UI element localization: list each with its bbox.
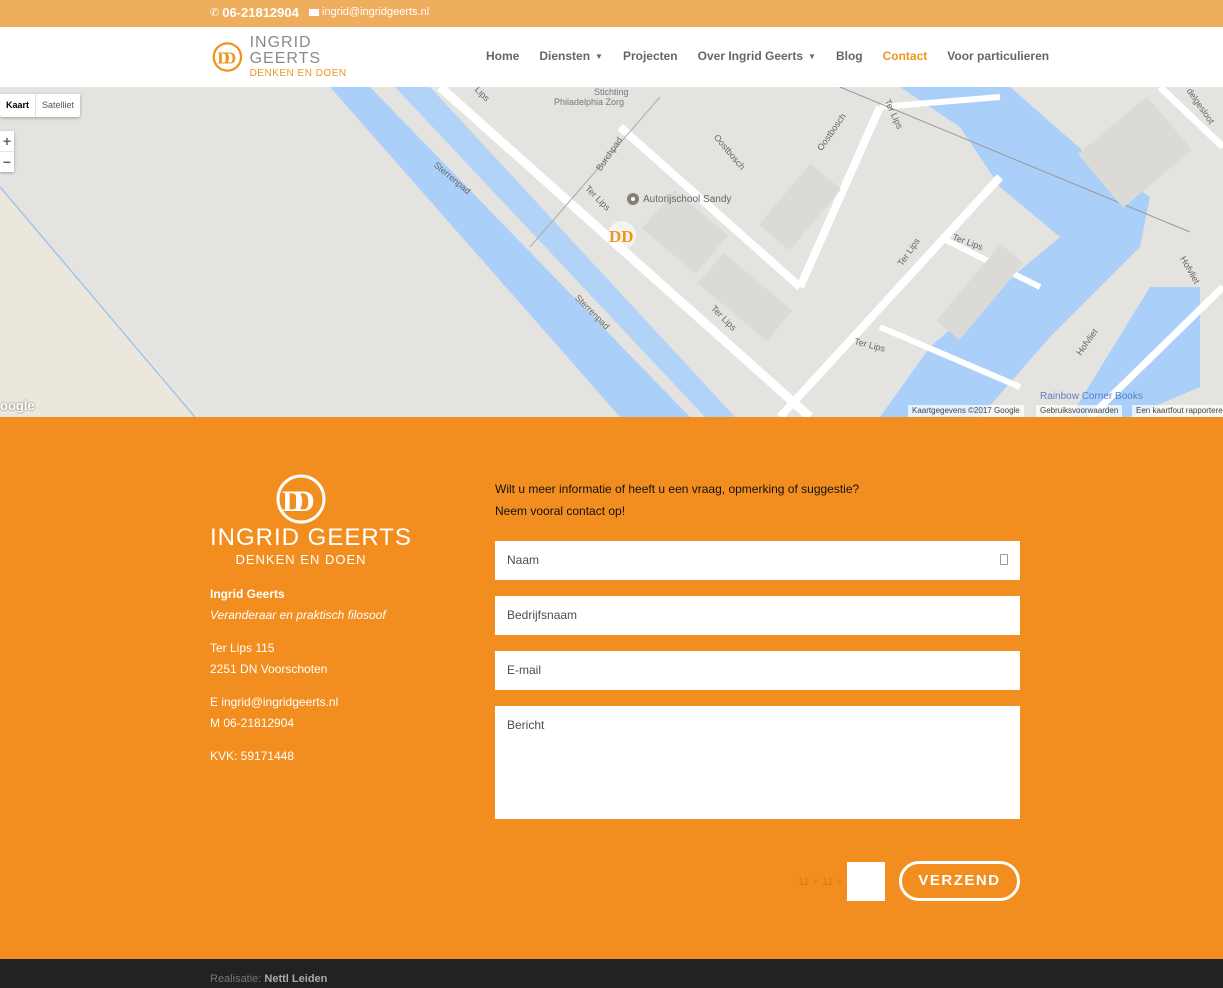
envelope-icon [309, 8, 319, 16]
name-field-placeholder: Naam [507, 553, 540, 567]
topbar-email[interactable]: ingrid@ingridgeerts.nl [309, 6, 429, 18]
map-marker-icon: DD [608, 221, 636, 249]
map-type-satelliet-button[interactable]: Satelliet [36, 94, 80, 117]
topbar-phone[interactable]: ✆ 06-21812904 [210, 5, 299, 20]
email-field-placeholder: E-mail [507, 663, 542, 677]
contact-mobile[interactable]: M 06-21812904 [210, 716, 294, 730]
map-label-philadelphia: Philadelphia Zorg [554, 97, 625, 107]
form-intro: Wilt u meer informatie of heeft u een vr… [495, 478, 859, 522]
nav-contact[interactable]: Contact [883, 49, 928, 63]
logo-mark-icon: D D [276, 474, 326, 524]
map-terms-link[interactable]: Gebruiksvoorwaarden [1036, 405, 1123, 417]
map-label-rainbow[interactable]: Rainbow Corner Books [1040, 391, 1143, 402]
contact-address-city: 2251 DN Voorschoten [210, 662, 328, 676]
footer-credit: Realisatie: Nettl Leiden [210, 973, 327, 985]
svg-text:DD: DD [609, 227, 634, 246]
topbar-email-address: ingrid@ingridgeerts.nl [322, 6, 430, 18]
form-intro-line1: Wilt u meer informatie of heeft u een vr… [495, 482, 860, 496]
email-field[interactable]: E-mail [495, 651, 1020, 690]
nav-blog[interactable]: Blog [836, 49, 863, 63]
company-field[interactable]: Bedrijfsnaam [495, 596, 1020, 635]
nav-projecten[interactable]: Projecten [623, 49, 678, 63]
footer-logo-title: INGRID GEERTS [210, 524, 412, 551]
nav-home[interactable]: Home [486, 49, 519, 63]
submit-button[interactable]: VERZEND [899, 861, 1020, 901]
zoom-in-button[interactable]: + [0, 131, 14, 151]
form-intro-line2: Neem vooral contact op! [495, 504, 626, 518]
svg-text:D: D [293, 485, 315, 518]
top-bar: ✆ 06-21812904 ingrid@ingridgeerts.nl [0, 0, 1223, 27]
logo-subtitle: DENKEN EN DOEN [249, 68, 347, 79]
nav-voor-particulieren[interactable]: Voor particulieren [947, 49, 1049, 63]
company-field-placeholder: Bedrijfsnaam [507, 608, 578, 622]
google-map[interactable]: DD Stichting Philadelphia Zorg Autorijsc… [0, 87, 1223, 417]
autofill-icon[interactable] [1000, 554, 1008, 565]
message-field[interactable]: Bericht [495, 706, 1020, 819]
footer-logo: D D INGRID GEERTS DENKEN EN DOEN [210, 474, 412, 567]
contact-section: D D INGRID GEERTS DENKEN EN DOEN Ingrid … [0, 417, 1223, 959]
site-header: D D INGRID GEERTS DENKEN EN DOEN Home Di… [0, 27, 1223, 87]
footer-logo-subtitle: DENKEN EN DOEN [235, 552, 367, 567]
contact-tagline: Veranderaar en praktisch filosoof [210, 608, 386, 622]
chevron-down-icon: ▼ [595, 51, 603, 61]
google-logo[interactable]: oogle [0, 398, 35, 413]
zoom-out-button[interactable]: − [0, 152, 14, 172]
contact-email[interactable]: E ingrid@ingridgeerts.nl [210, 695, 338, 709]
contact-address-street: Ter Lips 115 [210, 641, 275, 655]
nav-diensten[interactable]: Diensten ▼ [539, 49, 603, 63]
main-nav: Home Diensten ▼ Projecten Over Ingrid Gee… [486, 49, 1069, 63]
map-zoom-control: + − [0, 131, 14, 172]
captcha-question: 11 + 11 = [798, 876, 843, 888]
site-footer: Realisatie: Nettl Leiden [0, 959, 1223, 988]
map-canvas: DD [0, 87, 1223, 417]
captcha-input[interactable] [847, 862, 885, 901]
name-field[interactable]: Naam [495, 541, 1020, 580]
map-type-kaart-button[interactable]: Kaart [0, 94, 37, 117]
site-logo[interactable]: D D INGRID GEERTS DENKEN EN DOEN [211, 35, 376, 79]
map-report-link[interactable]: Een kaartfout rapporteren [1132, 405, 1223, 417]
map-type-control: Kaart Satelliet [0, 94, 81, 117]
topbar-phone-number: 06-21812904 [222, 5, 299, 20]
chevron-down-icon: ▼ [808, 51, 816, 61]
nav-over-ingrid-geerts[interactable]: Over Ingrid Geerts ▼ [698, 49, 816, 63]
logo-mark-icon: D D [212, 42, 243, 72]
map-attribution: Kaartgegevens ©2017 Google [908, 405, 1024, 417]
map-label-autorijschool[interactable]: Autorijschool Sandy [643, 194, 731, 205]
phone-icon: ✆ [210, 7, 220, 19]
logo-title: INGRID GEERTS [249, 34, 322, 67]
contact-kvk: KVK: 59171448 [210, 749, 295, 763]
message-field-placeholder: Bericht [507, 718, 545, 732]
footer-credit-prefix: Realisatie: [210, 973, 262, 985]
footer-credit-link[interactable]: Nettl Leiden [264, 973, 327, 985]
svg-text:D: D [224, 48, 236, 67]
map-label-stichting: Stichting [594, 87, 629, 97]
contact-name: Ingrid Geerts [210, 587, 285, 601]
